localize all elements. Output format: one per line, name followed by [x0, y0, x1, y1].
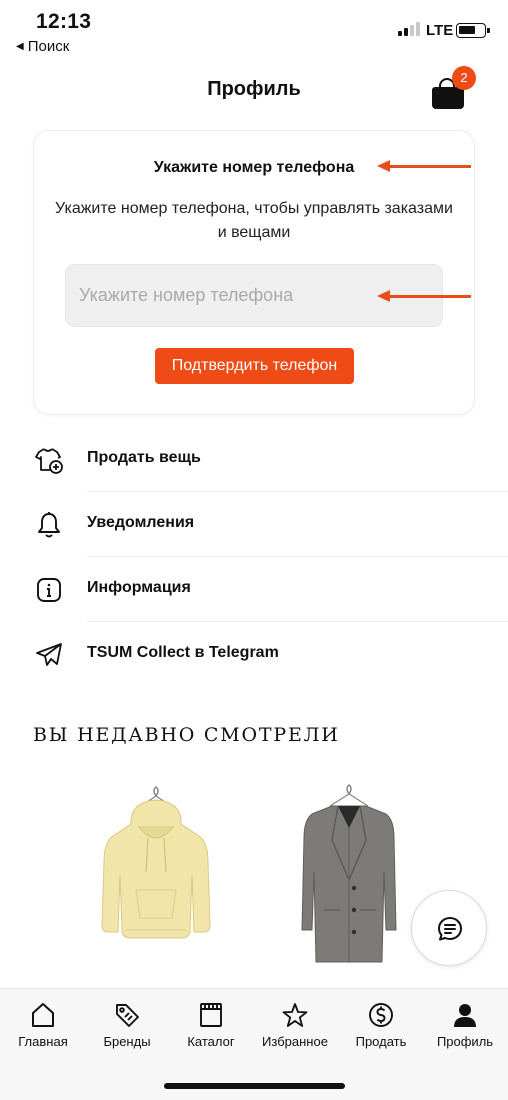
- chat-icon: [438, 917, 462, 941]
- network-type: LTE: [426, 22, 454, 39]
- tab-label: Главная: [18, 1034, 68, 1049]
- tab-sell[interactable]: Продать: [338, 1001, 424, 1049]
- telegram-icon: [36, 643, 62, 666]
- tab-label: Бренды: [103, 1034, 151, 1049]
- sell-item-icon: [35, 448, 63, 474]
- menu-item-label: Продать вещь: [87, 449, 201, 466]
- status-time: 12:13: [36, 10, 92, 33]
- menu-item-telegram[interactable]: TSUM Collect в Telegram: [0, 622, 508, 686]
- tab-label: Профиль: [436, 1034, 494, 1049]
- dollar-icon: [369, 1003, 393, 1027]
- tab-label: Каталог: [187, 1034, 235, 1049]
- signal-strength-icon: [398, 22, 420, 36]
- back-label: Поиск: [27, 38, 70, 55]
- confirm-phone-button[interactable]: Подтвердить телефон: [155, 348, 354, 384]
- cart-count-badge: 2: [452, 66, 476, 90]
- catalog-icon: [200, 1003, 222, 1027]
- back-to-search-link[interactable]: ◀ Поиск: [16, 38, 69, 55]
- coat-image: [301, 784, 397, 963]
- tab-catalog[interactable]: Каталог: [168, 1001, 254, 1049]
- tab-brands[interactable]: Бренды: [84, 1001, 170, 1049]
- back-triangle-icon: ◀: [16, 41, 24, 52]
- menu-item-notifications[interactable]: Уведомления: [0, 492, 508, 556]
- annotation-arrow-input: [377, 290, 471, 302]
- menu-item-information[interactable]: Информация: [0, 557, 508, 621]
- menu-item-label: TSUM Collect в Telegram: [87, 644, 279, 661]
- chat-button[interactable]: [411, 890, 487, 966]
- recently-viewed-title: ВЫ НЕДАВНО СМОТРЕЛИ: [33, 724, 340, 746]
- menu-item-label: Информация: [87, 579, 191, 596]
- phone-card-description: Укажите номер телефона, чтобы управлять …: [55, 200, 453, 241]
- tab-favorites[interactable]: Избранное: [252, 1001, 338, 1049]
- home-indicator: [164, 1083, 345, 1089]
- tag-icon: [116, 1004, 139, 1027]
- profile-icon: [454, 1004, 476, 1027]
- home-icon: [32, 1003, 54, 1027]
- annotation-arrow-title: [377, 160, 471, 172]
- menu-item-label: Уведомления: [87, 514, 195, 531]
- menu-item-sell[interactable]: Продать вещь: [0, 427, 508, 491]
- star-icon: [282, 1003, 308, 1027]
- tab-label: Избранное: [262, 1034, 328, 1049]
- product-card-coat[interactable]: [282, 780, 422, 970]
- hoodie-image: [101, 786, 211, 939]
- status-bar: 12:13 ◀ Поиск LTE: [0, 0, 508, 60]
- bottom-tab-bar: Главная Бренды Каталог Избранное Продать: [0, 988, 508, 1100]
- tab-label: Продать: [355, 1034, 407, 1049]
- battery-icon: [456, 23, 490, 38]
- phone-verification-card: Укажите номер телефона Укажите номер тел…: [33, 130, 475, 415]
- tab-home[interactable]: Главная: [0, 1001, 86, 1049]
- bell-icon: [38, 512, 60, 538]
- tab-profile[interactable]: Профиль: [422, 1001, 508, 1049]
- product-card-hoodie[interactable]: [86, 780, 226, 970]
- info-icon: [37, 578, 61, 602]
